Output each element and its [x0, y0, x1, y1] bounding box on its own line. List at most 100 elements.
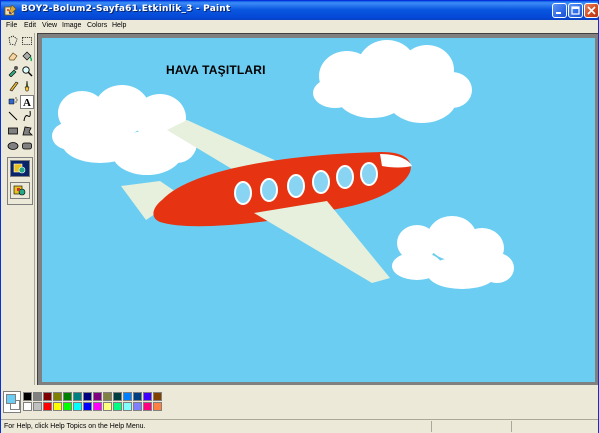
palette-swatch[interactable]	[63, 402, 72, 411]
status-bar: For Help, click Help Topics on the Help …	[1, 419, 598, 433]
palette-swatch[interactable]	[123, 392, 132, 401]
status-help-text: For Help, click Help Topics on the Help …	[4, 423, 146, 430]
airplane-window	[234, 181, 252, 205]
pick-color-tool[interactable]	[6, 65, 20, 79]
minimize-button[interactable]	[552, 3, 567, 18]
palette-swatch[interactable]	[153, 402, 162, 411]
brush-icon	[24, 80, 30, 92]
palette-swatch[interactable]	[153, 392, 162, 401]
text-tool[interactable]: A	[20, 95, 34, 109]
palette-swatch[interactable]	[53, 392, 62, 401]
palette-swatch[interactable]	[53, 402, 62, 411]
palette-swatch[interactable]	[43, 392, 52, 401]
palette-swatch[interactable]	[73, 402, 82, 411]
fill-tool[interactable]	[20, 50, 34, 64]
palette-swatch[interactable]	[143, 402, 152, 411]
palette-swatch[interactable]	[23, 402, 32, 411]
color-palette	[3, 389, 599, 417]
palette-swatch[interactable]	[93, 392, 102, 401]
current-colors-indicator[interactable]	[3, 391, 21, 413]
palette-swatch[interactable]	[33, 392, 42, 401]
select-tool[interactable]	[20, 35, 34, 49]
menu-view[interactable]: View	[42, 20, 57, 31]
free-form-select-icon	[8, 35, 18, 46]
window-title: BOY2-Bolum2-Sayfa61.Etkinlik_3 - Paint	[21, 4, 231, 14]
menu-help[interactable]: Help	[112, 20, 126, 31]
cloud-bottom-right	[392, 216, 514, 289]
close-icon	[587, 6, 596, 15]
menu-bar: File Edit View Image Colors Help	[1, 20, 598, 31]
text-icon: A	[23, 97, 31, 109]
palette-swatch[interactable]	[93, 402, 102, 411]
line-tool[interactable]	[6, 110, 20, 124]
title-bar[interactable]: BOY2-Bolum2-Sayfa61.Etkinlik_3 - Paint	[1, 1, 599, 20]
palette-swatch[interactable]	[33, 402, 42, 411]
palette-swatch[interactable]	[133, 392, 142, 401]
free-form-select-tool[interactable]	[6, 35, 20, 49]
palette-swatch[interactable]	[103, 402, 112, 411]
magnifier-icon	[22, 66, 33, 77]
fill-bucket-icon	[22, 51, 33, 62]
rounded-rectangle-tool[interactable]	[20, 140, 34, 154]
rectangle-icon	[8, 127, 18, 135]
curve-tool[interactable]	[20, 110, 34, 124]
airplane-lower-wing	[254, 201, 390, 283]
menu-colors[interactable]: Colors	[87, 20, 107, 31]
airbrush-icon	[8, 97, 18, 105]
maximize-icon	[571, 6, 580, 15]
palette-swatch[interactable]	[103, 392, 112, 401]
palette-swatch[interactable]	[63, 392, 72, 401]
palette-swatch[interactable]	[83, 392, 92, 401]
rectangle-tool[interactable]	[6, 125, 20, 139]
tool-options-box	[7, 157, 33, 205]
airplane-window	[360, 162, 378, 186]
canvas-scroll-area: HAVA TAŞITLARI	[37, 33, 598, 385]
palette-swatch[interactable]	[113, 392, 122, 401]
palette-swatch[interactable]	[133, 402, 142, 411]
drawing-canvas[interactable]: HAVA TAŞITLARI	[42, 38, 595, 382]
eyedropper-icon	[8, 66, 18, 78]
menu-edit[interactable]: Edit	[24, 20, 36, 31]
menu-image[interactable]: Image	[62, 20, 81, 31]
status-cell-size	[511, 421, 512, 432]
curve-icon	[23, 110, 31, 122]
status-cell-position	[431, 421, 432, 432]
canvas-heading-text: HAVA TAŞITLARI	[166, 63, 266, 77]
ellipse-tool[interactable]	[6, 140, 20, 154]
pencil-tool[interactable]	[6, 80, 20, 94]
rounded-rectangle-icon	[22, 142, 32, 150]
close-button[interactable]	[584, 3, 599, 18]
transparent-background-icon	[13, 185, 26, 196]
brush-tool[interactable]	[20, 80, 34, 94]
airplane-cockpit	[380, 154, 412, 168]
eraser-tool[interactable]	[6, 50, 20, 64]
airplane-window	[287, 174, 305, 198]
tool-box: A	[3, 33, 35, 385]
palette-swatch[interactable]	[113, 402, 122, 411]
opaque-background-option[interactable]	[10, 160, 30, 177]
palette-swatch[interactable]	[83, 402, 92, 411]
airbrush-tool[interactable]	[6, 95, 20, 109]
palette-swatch[interactable]	[73, 392, 82, 401]
eraser-icon	[8, 52, 18, 61]
airplane-window	[312, 170, 330, 194]
menu-file[interactable]: File	[6, 20, 17, 31]
pencil-icon	[9, 81, 19, 92]
line-icon	[8, 111, 18, 121]
maximize-button[interactable]	[568, 3, 583, 18]
transparent-background-option[interactable]	[10, 182, 30, 199]
polygon-icon	[22, 126, 33, 136]
select-icon	[22, 37, 32, 45]
airplane-window	[336, 165, 354, 189]
palette-swatch[interactable]	[43, 402, 52, 411]
paint-app-icon	[4, 4, 17, 16]
palette-swatch[interactable]	[143, 392, 152, 401]
palette-swatch[interactable]	[23, 392, 32, 401]
opaque-background-icon	[12, 162, 28, 175]
ellipse-icon	[7, 142, 19, 150]
polygon-tool[interactable]	[20, 125, 34, 139]
minimize-icon	[556, 12, 561, 14]
palette-swatch[interactable]	[123, 402, 132, 411]
magnifier-tool[interactable]	[20, 65, 34, 79]
foreground-color-swatch	[6, 394, 16, 404]
